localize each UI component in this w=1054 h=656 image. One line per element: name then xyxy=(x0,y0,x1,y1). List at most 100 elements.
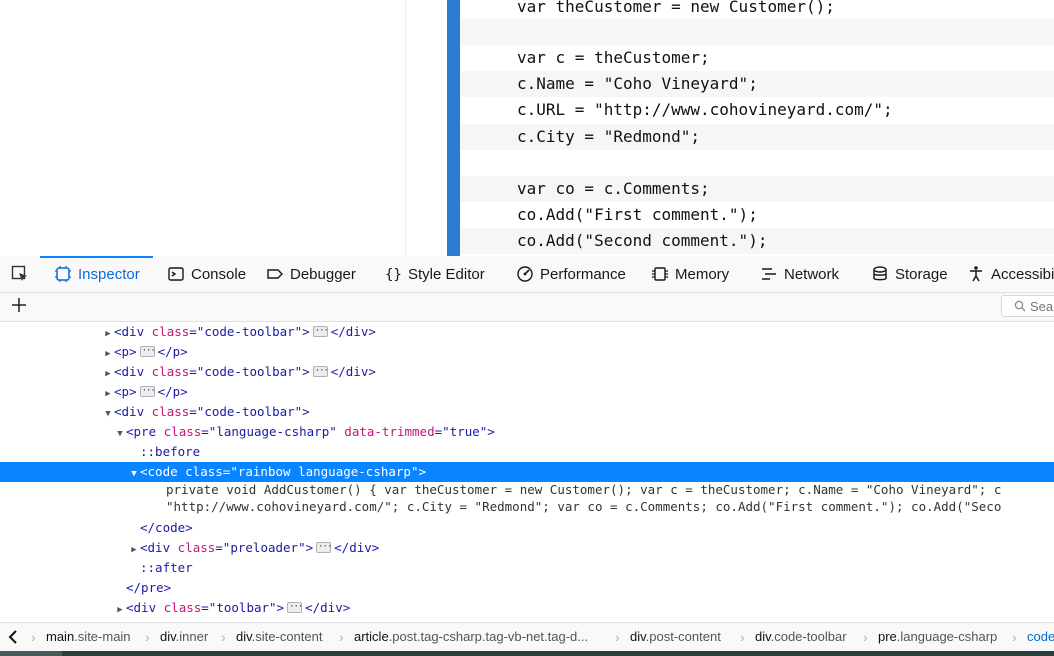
collapse-twisty-icon[interactable]: ▼ xyxy=(102,404,114,424)
markup-node-row[interactable]: ▶<div class="code-toolbar"> </div> xyxy=(0,361,1054,384)
add-node-button[interactable] xyxy=(8,296,30,318)
markup-node-row[interactable]: </code> xyxy=(0,518,1054,538)
tab-style-editor[interactable]: {} Style Editor xyxy=(370,256,502,292)
breadcrumb-tag-name: div xyxy=(630,629,646,644)
breadcrumb-item[interactable]: div.post-content xyxy=(630,623,721,651)
breadcrumb-separator-icon: › xyxy=(1012,629,1017,645)
markup-tag: </div> xyxy=(305,600,351,615)
markup-text-node[interactable]: private void AddCustomer() { var theCust… xyxy=(0,481,1054,498)
storage-icon xyxy=(871,265,889,283)
tab-label: Console xyxy=(191,265,247,283)
element-picker-icon xyxy=(11,265,29,283)
markup-attr-name: class xyxy=(163,424,202,439)
markup-tag: "> xyxy=(269,600,285,615)
markup-attr-name: class xyxy=(151,404,190,419)
inspector-toolbar xyxy=(0,293,1054,322)
tab-network[interactable]: Network xyxy=(746,256,857,292)
markup-text-node[interactable]: "http://www.cohovineyard.com/"; c.City =… xyxy=(0,498,1054,515)
markup-tag: "> xyxy=(294,364,310,379)
markup-tag: =" xyxy=(201,424,217,439)
markup-tag: <code xyxy=(140,464,186,479)
breadcrumb-item[interactable]: article.post.tag-csharp.tag-vb-net.tag-d… xyxy=(354,623,588,651)
ellipsis-expand-button[interactable] xyxy=(139,381,155,401)
code-line xyxy=(460,19,1054,45)
markup-node-row[interactable]: ▼ <code class="rainbow language-csharp"> xyxy=(0,462,1054,482)
performance-icon xyxy=(516,265,534,283)
tab-storage[interactable]: Storage xyxy=(857,256,953,292)
markup-node-row[interactable]: </pre> xyxy=(0,578,1054,598)
ellipsis-expand-button[interactable] xyxy=(139,341,155,361)
search-html-box[interactable] xyxy=(1001,295,1054,317)
devtools-panel: Inspector Console Debugger {} Style Editor Pe… xyxy=(0,256,1054,656)
markup-node-row[interactable]: ▶<div class="preloader"> </div> xyxy=(0,537,1054,560)
expand-twisty-icon[interactable]: ▶ xyxy=(102,344,114,364)
debugger-icon xyxy=(266,265,284,283)
ellipsis-expand-button[interactable] xyxy=(287,597,302,617)
expand-twisty-icon[interactable]: ▶ xyxy=(102,384,114,404)
breadcrumb-tag-name: pre xyxy=(878,629,897,644)
tab-performance[interactable]: Performance xyxy=(502,256,637,292)
markup-attr-name: class xyxy=(163,600,202,615)
ellipsis-expand-button[interactable] xyxy=(312,321,328,341)
markup-node-row[interactable]: ▶<div class="code-toolbar"> </div> xyxy=(0,321,1054,344)
breadcrumb-item[interactable]: pre.language-csharp xyxy=(878,623,997,651)
page-viewport: var theCustomer = new Customer(); var c =… xyxy=(0,0,1054,256)
tab-label: Style Editor xyxy=(408,265,485,283)
inspector-icon xyxy=(54,265,72,283)
tab-memory[interactable]: Memory xyxy=(637,256,746,292)
markup-tag: </div> xyxy=(330,364,376,379)
breadcrumb-class-name: .inner xyxy=(175,629,209,644)
search-html-input[interactable] xyxy=(1026,298,1054,314)
markup-node-row[interactable]: ▼ <pre class="language-csharp" data-trimm… xyxy=(0,422,1054,442)
search-icon xyxy=(1014,300,1026,312)
markup-tag: </pre> xyxy=(126,580,172,595)
breadcrumb-separator-icon: › xyxy=(145,629,150,645)
breadcrumb-item[interactable]: main.site-main xyxy=(46,623,131,651)
expand-twisty-icon[interactable]: ▶ xyxy=(102,364,114,384)
breadcrumb-item[interactable]: code xyxy=(1027,623,1054,651)
breadcrumb-item[interactable]: div.site-content xyxy=(236,623,322,651)
markup-tag: <p> xyxy=(114,384,137,399)
markup-node-row[interactable]: ▶<div class="toolbar"> </div> xyxy=(0,597,1054,620)
collapse-twisty-icon[interactable]: ▼ xyxy=(114,424,126,444)
breadcrumb-tag-name: div xyxy=(755,629,771,644)
markup-node-row[interactable]: ::after xyxy=(0,558,1054,578)
breadcrumbs-bar: › main.site-main › div.inner › div.site-conte… xyxy=(0,622,1054,651)
markup-pseudo-element: ::after xyxy=(140,560,193,575)
devtools-tabbar: Inspector Console Debugger {} Style Editor Pe… xyxy=(0,256,1054,293)
tab-inspector[interactable]: Inspector xyxy=(40,256,153,292)
code-line: co.Add("Second comment."); xyxy=(460,228,1054,254)
breadcrumb-separator-icon: › xyxy=(31,629,36,645)
markup-tag: =" xyxy=(215,540,231,555)
markup-attr-value: preloader xyxy=(230,540,299,555)
tab-console[interactable]: Console xyxy=(153,256,252,292)
chevron-left-icon[interactable] xyxy=(6,628,20,646)
markup-attr-value: code-toolbar xyxy=(204,364,295,379)
tab-accessibi[interactable]: Accessibi xyxy=(953,256,1054,292)
markup-view[interactable]: ▶<div class="code-toolbar"></div>▶<p></p… xyxy=(0,321,1054,622)
markup-tag: "> xyxy=(298,540,314,555)
breadcrumb-separator-icon: › xyxy=(615,629,620,645)
markup-tag: <pre xyxy=(126,424,164,439)
breadcrumb-item[interactable]: div.inner xyxy=(160,623,208,651)
markup-tag: =" xyxy=(222,464,238,479)
markup-tag: <div xyxy=(140,540,178,555)
markup-node-row[interactable]: ▶<p> </p> xyxy=(0,381,1054,404)
element-picker-button[interactable] xyxy=(0,256,40,292)
breadcrumb-class-name: .post.tag-csharp.tag-vb-net.tag-d... xyxy=(388,629,589,644)
expand-twisty-icon[interactable]: ▶ xyxy=(114,600,126,620)
markup-tag: </p> xyxy=(157,344,188,359)
markup-tag: <p> xyxy=(114,344,137,359)
ellipsis-expand-button[interactable] xyxy=(316,537,331,557)
markup-attr-value: toolbar xyxy=(216,600,270,615)
tab-debugger[interactable]: Debugger xyxy=(252,256,370,292)
expand-twisty-icon[interactable]: ▶ xyxy=(128,540,140,560)
markup-tag: </div> xyxy=(334,540,380,555)
markup-node-row[interactable]: ▼ <div class="code-toolbar"> xyxy=(0,402,1054,422)
ellipsis-expand-button[interactable] xyxy=(312,361,328,381)
expand-twisty-icon[interactable]: ▶ xyxy=(102,324,114,344)
markup-node-row[interactable]: ▶<p> </p> xyxy=(0,341,1054,364)
markup-tag: "> xyxy=(479,424,495,439)
markup-node-row[interactable]: ::before xyxy=(0,442,1054,462)
breadcrumb-item[interactable]: div.code-toolbar xyxy=(755,623,847,651)
